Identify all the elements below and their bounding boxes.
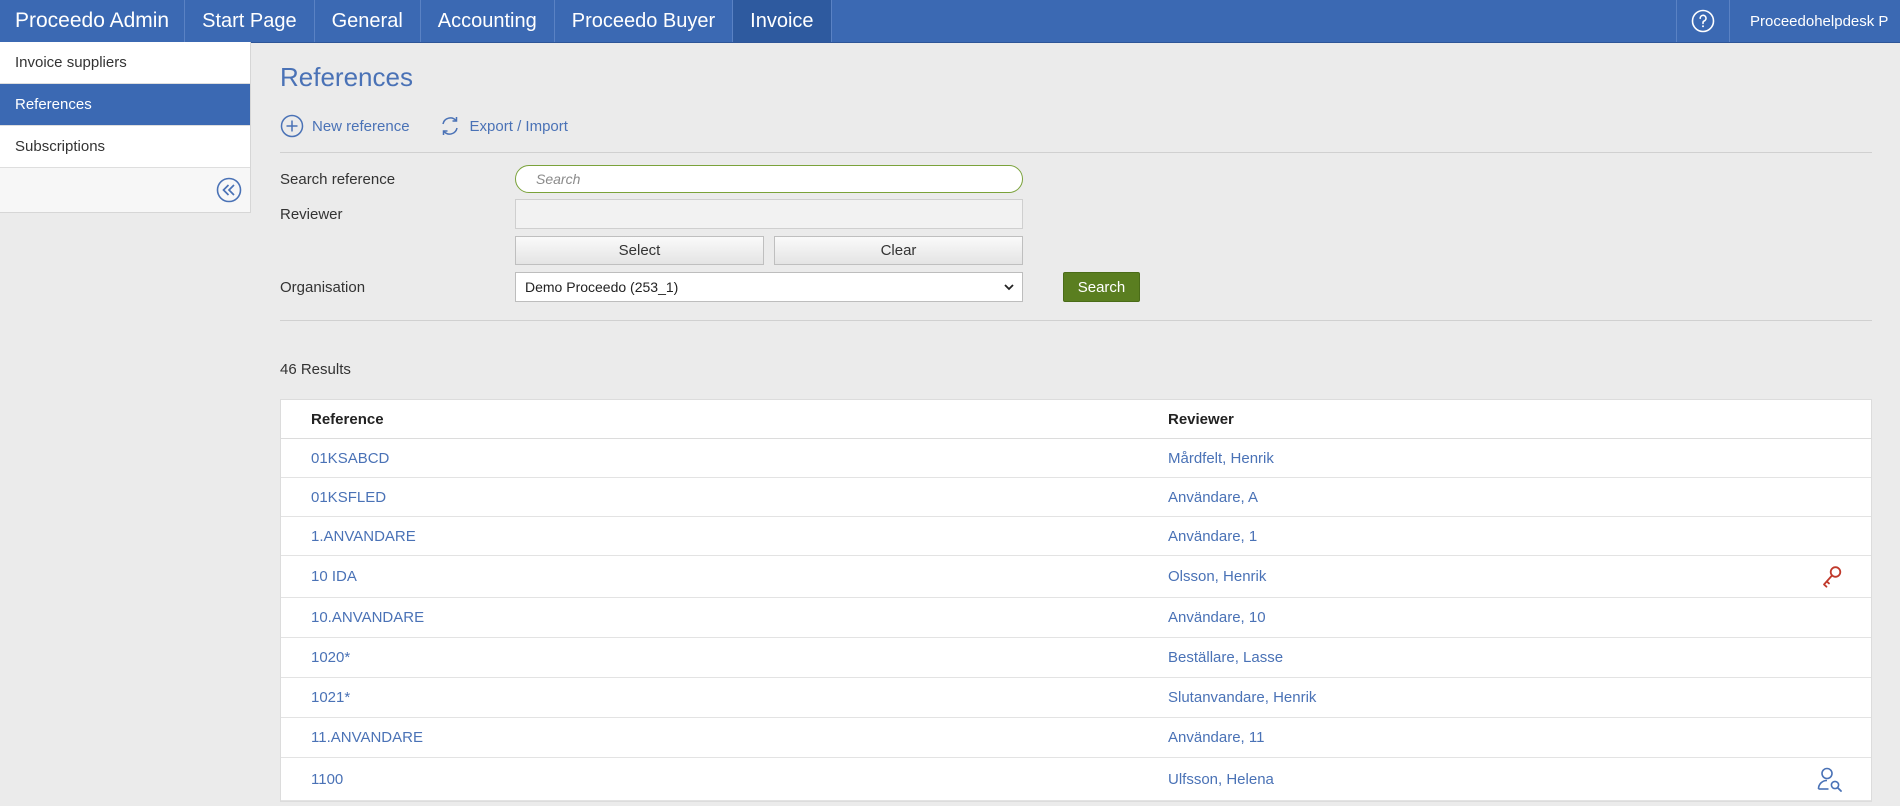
search-input[interactable]	[515, 165, 1023, 193]
divider	[280, 152, 1872, 153]
sidebar-item-references[interactable]: References	[0, 84, 250, 126]
sidebar-item-subscriptions[interactable]: Subscriptions	[0, 126, 250, 168]
nav-accounting[interactable]: Accounting	[421, 0, 555, 42]
sync-arrows-icon	[441, 117, 458, 135]
results-count: 46 Results	[280, 361, 351, 378]
key-icon[interactable]	[1821, 565, 1843, 589]
reference-link[interactable]: 01KSABCD	[281, 450, 1168, 467]
organisation-select[interactable]: Demo Proceedo (253_1)	[515, 272, 1023, 302]
reviewer-link[interactable]: Användare, 10	[1168, 609, 1871, 626]
select-button[interactable]: Select	[515, 236, 764, 265]
table-row[interactable]: 01KSFLED Användare, A	[281, 478, 1871, 517]
help-button[interactable]	[1676, 0, 1730, 42]
reference-link[interactable]: 01KSFLED	[281, 489, 1168, 506]
sidebar: Invoice suppliers References Subscriptio…	[0, 42, 251, 213]
reviewer-link[interactable]: Beställare, Lasse	[1168, 649, 1871, 666]
reviewer-row: Reviewer	[280, 199, 1872, 229]
reference-link[interactable]: 11.ANVANDARE	[281, 729, 1168, 746]
column-header-reference[interactable]: Reference	[281, 411, 1168, 428]
organisation-row: Organisation Demo Proceedo (253_1) Searc…	[280, 272, 1872, 302]
reference-link[interactable]: 1020*	[281, 649, 1168, 666]
topbar-right: Proceedohelpdesk P	[1676, 0, 1900, 42]
chevron-down-icon	[1004, 283, 1014, 290]
table-row[interactable]: 11.ANVANDARE Användare, 11	[281, 718, 1871, 758]
reviewer-field	[515, 199, 1023, 229]
reviewer-link[interactable]: Användare, 1	[1168, 528, 1871, 545]
divider	[280, 320, 1872, 321]
column-header-reviewer[interactable]: Reviewer	[1168, 411, 1871, 428]
reference-link[interactable]: 10.ANVANDARE	[281, 609, 1168, 626]
double-chevron-left-icon[interactable]	[216, 177, 242, 203]
nav-invoice[interactable]: Invoice	[733, 0, 832, 42]
nav-proceedo-buyer[interactable]: Proceedo Buyer	[555, 0, 734, 42]
table-header: Reference Reviewer	[281, 400, 1871, 439]
table-row[interactable]: 1020* Beställare, Lasse	[281, 638, 1871, 678]
table-row[interactable]: 10.ANVANDARE Användare, 10	[281, 598, 1871, 638]
user-name: Proceedohelpdesk P	[1750, 12, 1889, 30]
clear-button[interactable]: Clear	[774, 236, 1023, 265]
nav-start-page[interactable]: Start Page	[185, 0, 315, 42]
export-import-button[interactable]: Export / Import	[438, 114, 568, 138]
main-content: References New reference Export / Import…	[280, 42, 1872, 802]
table-row[interactable]: 1.ANVANDARE Användare, 1	[281, 517, 1871, 556]
user-search-icon[interactable]	[1817, 766, 1843, 792]
sidebar-item-invoice-suppliers[interactable]: Invoice suppliers	[0, 42, 250, 84]
organisation-selected-value: Demo Proceedo (253_1)	[525, 279, 679, 295]
nav-general[interactable]: General	[315, 0, 421, 42]
reviewer-link[interactable]: Slutanvandare, Henrik	[1168, 689, 1871, 706]
reviewer-link[interactable]: Olsson, Henrik	[1168, 568, 1871, 585]
reviewer-label: Reviewer	[280, 205, 343, 223]
reviewer-buttons-row: Select Clear	[280, 236, 1872, 265]
search-reference-label: Search reference	[280, 170, 396, 188]
reviewer-link[interactable]: Ulfsson, Helena	[1168, 771, 1871, 788]
question-circle-icon	[1691, 9, 1715, 33]
table-row[interactable]: 1021* Slutanvandare, Henrik	[281, 678, 1871, 718]
table-row[interactable]: 1100 Ulfsson, Helena	[281, 758, 1871, 801]
search-reference-row: Search reference	[280, 165, 1872, 193]
app-brand[interactable]: Proceedo Admin	[0, 0, 186, 42]
reference-link[interactable]: 1100	[281, 771, 1168, 788]
table-row[interactable]: 01KSABCD Mårdfelt, Henrik	[281, 439, 1871, 478]
results-table: Reference Reviewer 01KSABCD Mårdfelt, He…	[280, 399, 1872, 802]
new-reference-label: New reference	[312, 117, 410, 135]
page-title: References	[280, 62, 413, 92]
reviewer-link[interactable]: Mårdfelt, Henrik	[1168, 450, 1871, 467]
organisation-label: Organisation	[280, 278, 366, 296]
new-reference-button[interactable]: New reference	[280, 114, 410, 138]
reference-link[interactable]: 10 IDA	[281, 568, 1168, 585]
search-button[interactable]: Search	[1063, 272, 1140, 302]
reference-link[interactable]: 1021*	[281, 689, 1168, 706]
export-import-label: Export / Import	[469, 117, 568, 135]
table-row[interactable]: 10 IDA Olsson, Henrik	[281, 556, 1871, 598]
sidebar-collapse-area	[0, 168, 250, 212]
plus-circle-icon	[280, 114, 304, 138]
top-navigation-bar: Proceedo Admin Start Page General Accoun…	[0, 0, 1900, 43]
reviewer-link[interactable]: Användare, 11	[1168, 729, 1871, 746]
user-menu[interactable]: Proceedohelpdesk P	[1730, 0, 1900, 42]
reviewer-link[interactable]: Användare, A	[1168, 489, 1871, 506]
reference-link[interactable]: 1.ANVANDARE	[281, 528, 1168, 545]
action-bar: New reference Export / Import	[280, 108, 1872, 144]
